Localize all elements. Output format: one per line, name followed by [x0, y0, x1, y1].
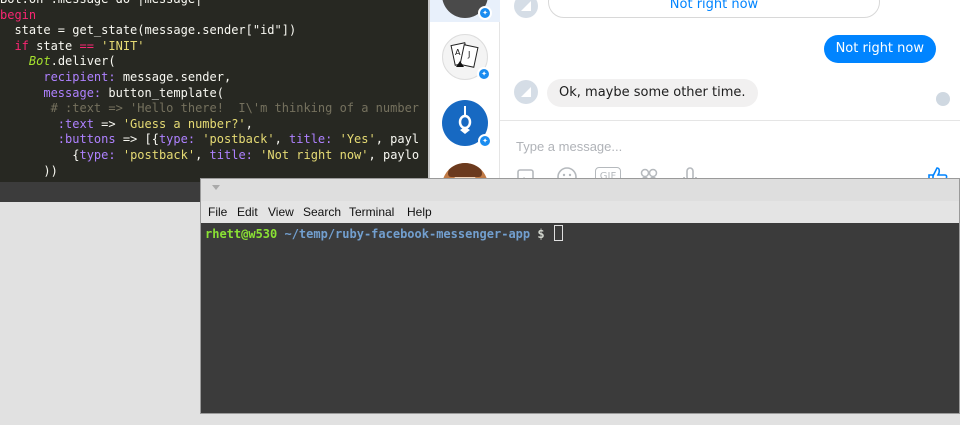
code-token: ,	[274, 132, 290, 147]
chat-thread: Not right now Not right now Ok, maybe so…	[500, 0, 960, 120]
outgoing-message: Not right now	[823, 35, 936, 63]
code-token: type:	[79, 147, 116, 162]
messenger-badge-icon: ✦	[477, 67, 491, 81]
code-token: Bot	[28, 54, 51, 69]
code-token: message:	[43, 85, 102, 100]
window-menu-arrow-icon[interactable]	[212, 185, 220, 190]
code-token: 'postback'	[122, 147, 196, 162]
prompt-symbol: $	[537, 227, 545, 241]
code-line: :buttons => [{type: 'postback', title: '…	[0, 132, 430, 148]
code-token: ,	[195, 147, 210, 162]
code-token: recipient:	[43, 69, 116, 84]
messenger-window: ✦ A J ✦ ✦ Not right now Not right now Ok…	[428, 0, 960, 209]
code-token: # :text => 'Hello there! I\'m thinking o…	[50, 101, 420, 116]
bot-avatar-icon	[514, 0, 538, 18]
code-token: button_template(	[101, 85, 224, 100]
menu-terminal[interactable]: Terminal	[349, 205, 394, 219]
terminal-cursor	[553, 225, 563, 241]
code-token: type:	[158, 132, 196, 147]
code-token: , payl	[375, 132, 420, 147]
code-line: begin	[0, 8, 430, 24]
terminal-output[interactable]: rhett@w530 ~/temp/ruby-facebook-messenge…	[205, 225, 563, 241]
code-token: if	[14, 38, 29, 53]
messenger-badge-icon: ✦	[478, 6, 492, 20]
svg-text:A: A	[455, 48, 461, 57]
menu-file[interactable]: File	[208, 205, 227, 219]
code-token: title:	[209, 147, 253, 162]
code-line: # :text => 'Hello there! I\'m thinking o…	[0, 101, 430, 117]
code-token: 'Not right now'	[260, 147, 369, 162]
code-token: 'INIT'	[101, 38, 145, 53]
hair-shape	[448, 163, 482, 177]
code-line: :text => 'Guess a number?',	[0, 117, 430, 133]
terminal-menubar: File Edit View Search Terminal Help	[201, 201, 959, 223]
code-token: , paylo	[368, 147, 420, 162]
quick-reply-button[interactable]: Not right now	[548, 0, 880, 18]
messenger-badge-icon: ✦	[478, 134, 492, 148]
code-token: message.sender,	[115, 69, 232, 84]
menu-search[interactable]: Search	[303, 205, 341, 219]
code-line: Bot.on :message do |message|	[0, 0, 430, 8]
svg-text:J: J	[467, 50, 470, 59]
menu-help[interactable]: Help	[407, 205, 432, 219]
code-token: title:	[289, 132, 333, 147]
code-line: Bot.deliver(	[0, 54, 430, 70]
code-token: state	[28, 38, 80, 53]
code-token: =>	[93, 116, 123, 131]
seen-indicator-icon	[936, 92, 950, 106]
menu-edit[interactable]: Edit	[237, 205, 258, 219]
code-line: {type: 'postback', title: 'Not right now…	[0, 148, 430, 164]
prompt-user: rhett@w530	[205, 227, 278, 241]
code-token: 'postback'	[202, 132, 275, 147]
bot-avatar-icon	[514, 80, 538, 104]
message-input[interactable]	[514, 135, 898, 157]
code-token: => [{	[115, 132, 159, 147]
conversation-list: ✦ A J ✦ ✦	[430, 0, 500, 209]
code-token: Bot.on :message do |message|	[0, 0, 202, 6]
incoming-message: Ok, maybe some other time.	[547, 79, 758, 107]
code-token: 'Guess a number?'	[122, 116, 246, 131]
conversation-avatar-hangman[interactable]: ✦	[442, 100, 492, 148]
terminal-titlebar[interactable]	[201, 179, 959, 201]
code-token: 'Yes'	[339, 132, 376, 147]
code-token: .deliver(	[50, 54, 116, 69]
code-token: ==	[79, 38, 94, 53]
prompt-path: ~/temp/ruby-facebook-messenger-app	[284, 227, 531, 241]
code-token: ))	[0, 163, 58, 178]
code-editor[interactable]: Bot.on :message do |message|begin state …	[0, 0, 430, 182]
code-token: :buttons	[57, 132, 116, 147]
code-token: ,	[245, 116, 253, 131]
code-token: {	[0, 147, 80, 162]
code-line: recipient: message.sender,	[0, 70, 430, 86]
code-token: :text	[57, 116, 94, 131]
code-line: state = get_state(message.sender["id"])	[0, 23, 430, 39]
code-token: state = get_state(message.sender["id"])	[0, 23, 297, 38]
menu-view[interactable]: View	[268, 205, 294, 219]
conversation-avatar-cards[interactable]: A J ✦	[442, 34, 491, 81]
code-line: if state == 'INIT'	[0, 39, 430, 55]
code-line: ))	[0, 164, 430, 180]
terminal-window[interactable]: File Edit View Search Terminal Help rhet…	[200, 178, 960, 414]
code-line: message: button_template(	[0, 86, 430, 102]
code-token: begin	[0, 7, 37, 22]
